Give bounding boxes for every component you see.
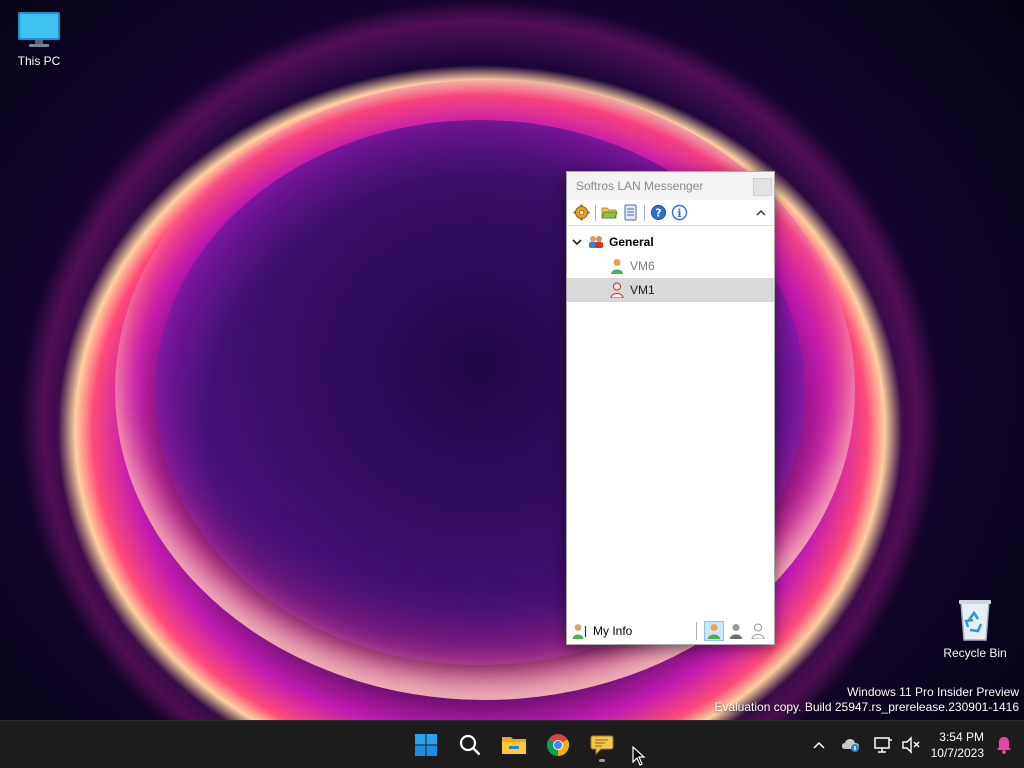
status-bar: My Info: [567, 618, 774, 644]
about-button[interactable]: i: [669, 203, 689, 223]
notifications-button[interactable]: [990, 731, 1018, 759]
messenger-window: Softros LAN Messenger ? i General VM6 VM…: [566, 171, 775, 645]
close-button[interactable]: [753, 178, 772, 196]
desktop-icon-this-pc[interactable]: This PC: [1, 10, 77, 68]
status-separator: [696, 622, 697, 640]
status-offline-button[interactable]: [748, 621, 768, 641]
my-info-link[interactable]: My Info: [593, 624, 632, 638]
status-selector: [696, 621, 768, 641]
contact-row-vm1[interactable]: VM1: [567, 278, 774, 302]
onedrive-icon: [841, 739, 859, 752]
file-explorer-button[interactable]: [492, 725, 536, 765]
svg-text:i: i: [677, 207, 681, 220]
open-folder-icon: [600, 207, 618, 219]
group-users-icon: [588, 234, 604, 250]
settings-button[interactable]: [571, 203, 591, 223]
status-away-icon: [730, 624, 742, 639]
file-explorer-icon: [502, 737, 526, 754]
status-offline-icon: [751, 623, 765, 639]
monitor-icon: [18, 12, 60, 47]
taskbar-clock[interactable]: 3:54 PM 10/7/2023: [931, 729, 984, 761]
clock-date: 10/7/2023: [930, 746, 984, 760]
settings-gear-icon: [573, 204, 589, 221]
open-button[interactable]: [599, 203, 619, 223]
toolbar-separator: [644, 204, 645, 221]
group-label: General: [609, 235, 654, 249]
watermark-line1: Windows 11 Pro Insider Preview: [847, 685, 1019, 699]
running-indicator: [599, 759, 605, 762]
start-icon: [415, 734, 437, 756]
network-button[interactable]: [869, 731, 897, 759]
desktop-icon-label: Recycle Bin: [943, 646, 1007, 660]
message-history-icon: [624, 204, 636, 221]
volume-button[interactable]: [897, 731, 925, 759]
user-male-icon: [609, 258, 625, 274]
notification-bell-icon: [997, 737, 1011, 754]
messenger-icon: [590, 735, 614, 756]
status-away-button[interactable]: [726, 621, 746, 641]
contact-name: VM6: [630, 259, 655, 273]
start-button[interactable]: [404, 725, 448, 765]
group-general[interactable]: General: [567, 230, 774, 254]
user-female-icon: [609, 282, 625, 298]
messenger-toolbar: ? i: [567, 200, 774, 226]
toolbar-separator: [595, 204, 596, 221]
about-info-icon: i: [671, 204, 687, 221]
search-icon: [459, 734, 481, 756]
system-tray: 3:54 PM 10/7/2023: [805, 721, 1024, 768]
recycle-bin-icon: [959, 600, 991, 641]
desktop-icon-label: This PC: [17, 54, 61, 68]
desktop-icon-recycle-bin[interactable]: Recycle Bin: [937, 598, 1013, 660]
svg-text:?: ?: [655, 207, 661, 220]
status-online-icon: [708, 624, 720, 639]
history-button[interactable]: [620, 203, 640, 223]
chevron-down-icon[interactable]: [572, 238, 582, 246]
help-icon: ?: [650, 205, 666, 220]
chrome-icon: [547, 734, 569, 756]
contact-row-vm6[interactable]: VM6: [567, 254, 774, 278]
chevron-up-icon: [813, 741, 825, 749]
window-title: Softros LAN Messenger: [576, 179, 704, 193]
search-button[interactable]: [448, 725, 492, 765]
show-hidden-icons-button[interactable]: [805, 731, 833, 759]
windows-watermark: Windows 11 Pro Insider Preview Evaluatio…: [714, 685, 1019, 715]
taskbar-apps: [404, 725, 624, 765]
watermark-line2: Evaluation copy. Build 25947.rs_prerelea…: [714, 700, 1019, 714]
status-online-button[interactable]: [704, 621, 724, 641]
contact-name: VM1: [630, 283, 655, 297]
collapse-toolbar-button[interactable]: [754, 205, 768, 219]
volume-muted-icon: [901, 736, 920, 754]
chrome-button[interactable]: [536, 725, 580, 765]
taskbar: 3:54 PM 10/7/2023: [0, 720, 1024, 768]
window-titlebar[interactable]: Softros LAN Messenger: [567, 172, 774, 200]
messenger-taskbar-button[interactable]: [580, 725, 624, 765]
mouse-cursor-icon: [632, 746, 646, 766]
onedrive-button[interactable]: [837, 731, 865, 759]
help-button[interactable]: ?: [648, 203, 668, 223]
network-icon: [873, 737, 892, 753]
chevron-up-icon: [756, 209, 766, 216]
my-info-icon: [572, 623, 588, 639]
contact-tree: General VM6 VM1: [567, 226, 774, 302]
clock-time: 3:54 PM: [939, 730, 984, 744]
